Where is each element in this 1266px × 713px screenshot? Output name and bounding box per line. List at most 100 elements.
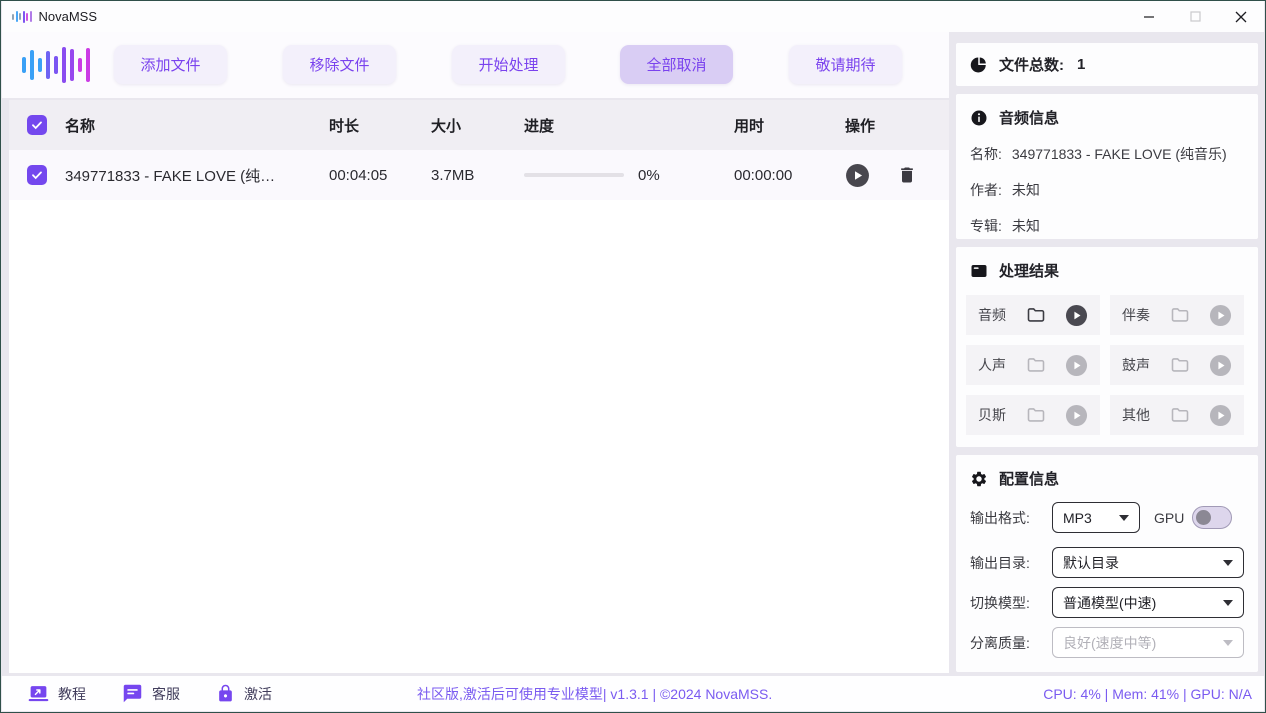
quality-label: 分离质量: [970,633,1052,653]
result-label: 音频 [978,305,1006,325]
header-size: 大小 [431,115,524,136]
trash-icon [897,164,917,186]
check-icon [31,169,43,181]
start-processing-button[interactable]: 开始处理 [452,45,565,84]
table-header-row: 名称 时长 大小 进度 用时 操作 [9,100,949,150]
audio-name-label: 名称: [970,144,1002,164]
lock-icon [216,683,235,704]
add-files-button[interactable]: 添加文件 [114,45,227,84]
chat-icon [122,683,143,704]
chevron-down-icon [1223,600,1233,606]
row-play-button[interactable] [845,163,870,188]
tutorial-label: 教程 [58,684,86,704]
result-label: 伴奏 [1122,305,1150,325]
quality-select: 良好(速度中等) [1052,627,1244,658]
results-grid: 音频 伴奏 人声 鼓声 贝斯 [956,281,1258,435]
results-title: 处理结果 [999,260,1059,281]
audio-info-title: 音频信息 [999,107,1059,128]
header-elapsed: 用时 [734,115,841,136]
progress-label: 0% [638,167,660,184]
audio-info-card: 音频信息 名称: 349771833 - FAKE LOVE (纯音乐) 作者: 未… [956,94,1258,239]
config-card: 配置信息 输出格式: MP3 GPU 输出目录: 默认目录 切换模型: 普通模型… [956,455,1258,672]
remove-files-button[interactable]: 移除文件 [283,45,396,84]
app-window: NovaMSS 添加文件 移除文件 开始处理 全部取消 敬请期待 [0,0,1266,713]
gpu-toggle[interactable] [1192,506,1232,529]
close-button[interactable] [1218,1,1264,32]
gear-icon [970,470,988,488]
row-delete-button[interactable] [897,164,917,186]
model-select[interactable]: 普通模型(中速) [1052,587,1244,618]
support-link[interactable]: 客服 [122,683,180,704]
info-icon [970,109,988,127]
chevron-down-icon [1223,640,1233,646]
support-label: 客服 [152,684,180,704]
chevron-down-icon [1119,515,1129,521]
play-result-button [1065,354,1088,377]
open-folder-button[interactable] [1025,305,1047,325]
config-title: 配置信息 [999,468,1059,489]
maximize-button[interactable] [1172,1,1218,32]
result-label: 其他 [1122,405,1150,425]
card-icon [970,262,988,280]
audio-artist-value: 未知 [1012,180,1040,200]
model-label: 切换模型: [970,593,1052,613]
row-elapsed: 00:00:00 [734,167,841,184]
waveform-logo-icon [22,45,90,85]
table-row[interactable]: 349771833 - FAKE LOVE (纯音乐) 00:04:05 3.7… [9,150,949,200]
coming-soon-button[interactable]: 敬请期待 [789,45,902,84]
statusbar: 教程 客服 激活 社区版,激活后可使用专业模型| v1.3.1 | ©2024 … [2,676,1264,711]
maximize-icon [1190,11,1201,22]
tutorial-link[interactable]: 教程 [28,683,86,704]
result-label: 人声 [978,355,1006,375]
open-folder-button [1025,355,1047,375]
file-count-label: 文件总数: [999,54,1064,75]
model-value: 普通模型(中速) [1063,593,1156,613]
output-dir-label: 输出目录: [970,553,1052,573]
titlebar-left: NovaMSS [12,9,97,24]
file-count-value: 1 [1077,56,1085,73]
header-name: 名称 [65,115,329,136]
results-card: 处理结果 音频 伴奏 人声 鼓声 [956,247,1258,447]
audio-album-label: 专辑: [970,216,1002,236]
quality-value: 良好(速度中等) [1063,633,1156,653]
output-dir-select[interactable]: 默认目录 [1052,547,1244,578]
output-format-select[interactable]: MP3 [1052,502,1140,533]
result-drums: 鼓声 [1110,345,1244,385]
row-duration: 00:04:05 [329,167,431,184]
result-other: 其他 [1110,395,1244,435]
result-vocals: 人声 [966,345,1100,385]
progress-bar [524,173,624,177]
check-icon [31,119,43,131]
version-text: 社区版,激活后可使用专业模型| v1.3.1 | ©2024 NovaMSS. [417,676,772,711]
audio-artist-label: 作者: [970,180,1002,200]
row-file-name: 349771833 - FAKE LOVE (纯音乐) [65,165,329,186]
result-bass: 贝斯 [966,395,1100,435]
activate-label: 激活 [244,684,272,704]
tutorial-icon [28,683,49,704]
toolbar: 添加文件 移除文件 开始处理 全部取消 敬请期待 [2,32,949,98]
audio-name-value: 349771833 - FAKE LOVE (纯音乐) [1012,144,1227,164]
cancel-all-button[interactable]: 全部取消 [620,45,733,84]
row-checkbox[interactable] [27,165,47,185]
app-waveform-icon [12,10,32,24]
header-actions: 操作 [841,115,949,136]
result-accompaniment: 伴奏 [1110,295,1244,335]
close-icon [1235,11,1247,23]
open-folder-button [1169,305,1191,325]
result-audio: 音频 [966,295,1100,335]
file-table: 名称 时长 大小 进度 用时 操作 349771833 - FAKE LOVE … [9,100,949,673]
header-progress: 进度 [524,115,734,136]
open-folder-button [1169,405,1191,425]
activate-link[interactable]: 激活 [216,683,272,704]
output-dir-value: 默认目录 [1063,553,1119,573]
minimize-button[interactable] [1126,1,1172,32]
minimize-icon [1143,11,1155,23]
open-folder-button [1025,405,1047,425]
gpu-label: GPU [1154,510,1184,526]
system-stats: CPU: 4% | Mem: 41% | GPU: N/A [1043,676,1252,711]
row-size: 3.7MB [431,167,524,184]
output-format-value: MP3 [1063,510,1092,526]
window-controls [1126,1,1264,32]
play-result-button[interactable] [1065,304,1088,327]
select-all-checkbox[interactable] [27,115,47,135]
